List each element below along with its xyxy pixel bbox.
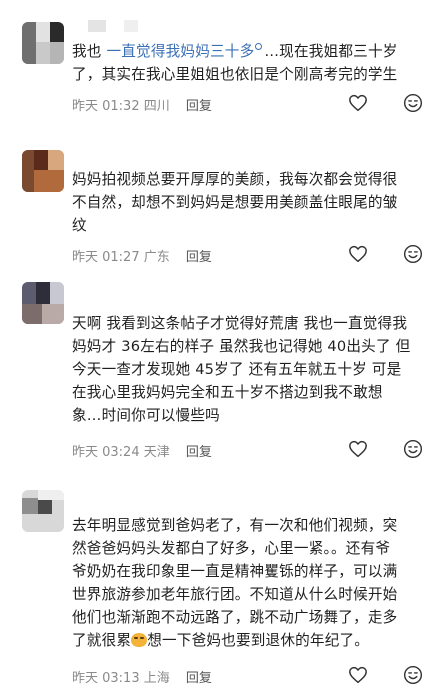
comment-line: 然爸爸妈妈头发都白了好多，心里一紧。。还有爷: [72, 540, 391, 557]
comment-line: 象…时间你可以慢些吗: [72, 407, 220, 424]
comment-line: 了，其实在我心里姐姐也依旧是个刚高考完的学生: [72, 66, 398, 83]
tired-face-emoji: [131, 633, 148, 647]
comment-line: 在我心里我妈妈完全和五十岁不搭边到我不敢想: [72, 384, 383, 401]
comment-text: 妈妈拍视频总要开厚厚的美颜，我每次都会觉得很 不自然，却想不到妈妈是想要用美颜盖…: [72, 168, 422, 237]
comment-line: 今天一查才发现她 45岁了 还有五年就五十岁 可是: [72, 361, 402, 378]
comment-line: 妈妈才 36左右的样子 虽然我也记得她 40出头了 但: [72, 338, 411, 355]
search-icon: [255, 43, 263, 50]
comment-location: 广东: [143, 250, 170, 265]
comment-meta: 昨天 03:24 天津 回复: [72, 441, 212, 460]
search-keyword-link[interactable]: 一直觉得我妈妈三十多: [106, 43, 254, 60]
comment-location: 四川: [143, 99, 170, 114]
comment-line: 天啊 我看到这条帖子才觉得好荒唐 我也一直觉得我: [72, 315, 408, 332]
comment-line: 我也 一直觉得我妈妈三十多 …现在我姐都三十岁: [72, 43, 398, 60]
reply-button[interactable]: 回复: [186, 250, 212, 265]
comment-location: 天津: [143, 445, 170, 460]
reply-button[interactable]: 回复: [186, 445, 212, 460]
username-redacted: [72, 20, 162, 32]
comment-text: 我也 一直觉得我妈妈三十多 …现在我姐都三十岁 了，其实在我心里姐姐也依旧是个刚高…: [72, 40, 422, 86]
emoji-face-icon[interactable]: [403, 439, 423, 459]
heart-icon[interactable]: [348, 666, 368, 684]
comment-time: 昨天 01:27: [72, 250, 140, 265]
comment-line: 纹: [72, 217, 87, 234]
comment-meta: 昨天 01:32 四川 回复: [72, 95, 212, 114]
heart-icon[interactable]: [348, 94, 368, 112]
comment-time: 昨天 03:24: [72, 445, 140, 460]
comment-text: 去年明显感觉到爸妈老了，有一次和他们视频，突 然爸爸妈妈头发都白了好多，心里一紧…: [72, 514, 422, 652]
comment-time: 昨天 03:13: [72, 671, 140, 686]
comment-line: 不自然，却想不到妈妈是想要用美颜盖住眼尾的皱: [72, 194, 398, 211]
reply-button[interactable]: 回复: [186, 671, 212, 686]
comment-meta: 昨天 01:27 广东 回复: [72, 246, 212, 265]
comment-line: 爷奶奶在我印象里一直是精神矍铄的样子，可以满: [72, 563, 398, 580]
comment-text: 天啊 我看到这条帖子才觉得好荒唐 我也一直觉得我 妈妈才 36左右的样子 虽然我…: [72, 312, 422, 427]
heart-icon[interactable]: [348, 245, 368, 263]
avatar[interactable]: [22, 150, 64, 192]
comment-line: 了就很累 想一下爸妈也要到退休的年纪了。: [72, 632, 370, 649]
comment-line: 去年明显感觉到爸妈老了，有一次和他们视频，突: [72, 517, 398, 534]
comment-line: 他们也渐渐跑不动远路了，跳不动广场舞了，走多: [72, 609, 398, 626]
emoji-face-icon[interactable]: [403, 665, 423, 685]
heart-icon[interactable]: [348, 440, 368, 458]
emoji-face-icon[interactable]: [403, 244, 423, 264]
comment-line: 世界旅游参加老年旅行团。不知道从什么时候开始: [72, 586, 398, 603]
comment-time: 昨天 01:32: [72, 99, 140, 114]
comment-location: 上海: [143, 671, 170, 686]
avatar[interactable]: [22, 490, 64, 532]
comment-meta: 昨天 03:13 上海 回复: [72, 667, 212, 686]
avatar[interactable]: [22, 282, 64, 324]
emoji-face-icon[interactable]: [403, 93, 423, 113]
reply-button[interactable]: 回复: [186, 99, 212, 114]
avatar[interactable]: [22, 22, 64, 64]
comment-line: 妈妈拍视频总要开厚厚的美颜，我每次都会觉得很: [72, 171, 398, 188]
